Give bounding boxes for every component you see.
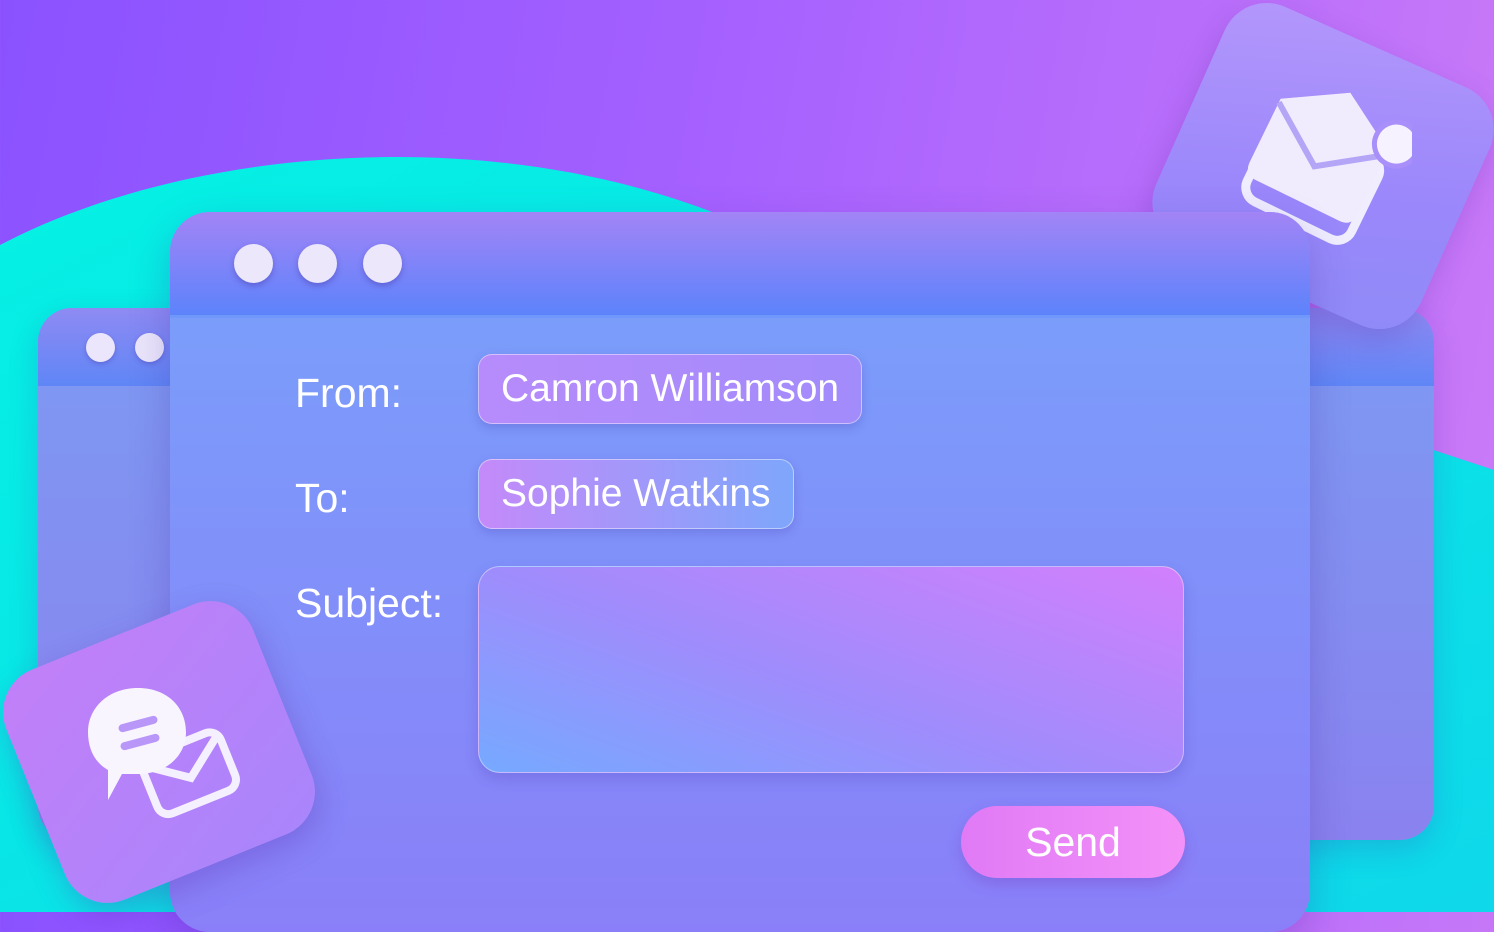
compose-window: From: Camron Williamson To: Sophie Watki…	[170, 212, 1310, 932]
chat-mail-icon	[88, 688, 240, 819]
send-button[interactable]: Send	[961, 806, 1185, 878]
to-label: To:	[295, 475, 350, 521]
window-dot-close[interactable]	[234, 244, 273, 283]
window-dot-maximize[interactable]	[363, 244, 402, 283]
window-titlebar	[170, 212, 1310, 318]
window-dot-minimize[interactable]	[298, 244, 337, 283]
subject-label: Subject:	[295, 580, 444, 626]
background-window-dot	[135, 333, 164, 362]
from-field[interactable]: Camron Williamson	[478, 354, 863, 424]
background-window-dot	[86, 333, 115, 362]
to-field[interactable]: Sophie Watkins	[478, 459, 794, 529]
subject-field[interactable]	[478, 566, 1184, 773]
from-label: From:	[295, 370, 403, 416]
